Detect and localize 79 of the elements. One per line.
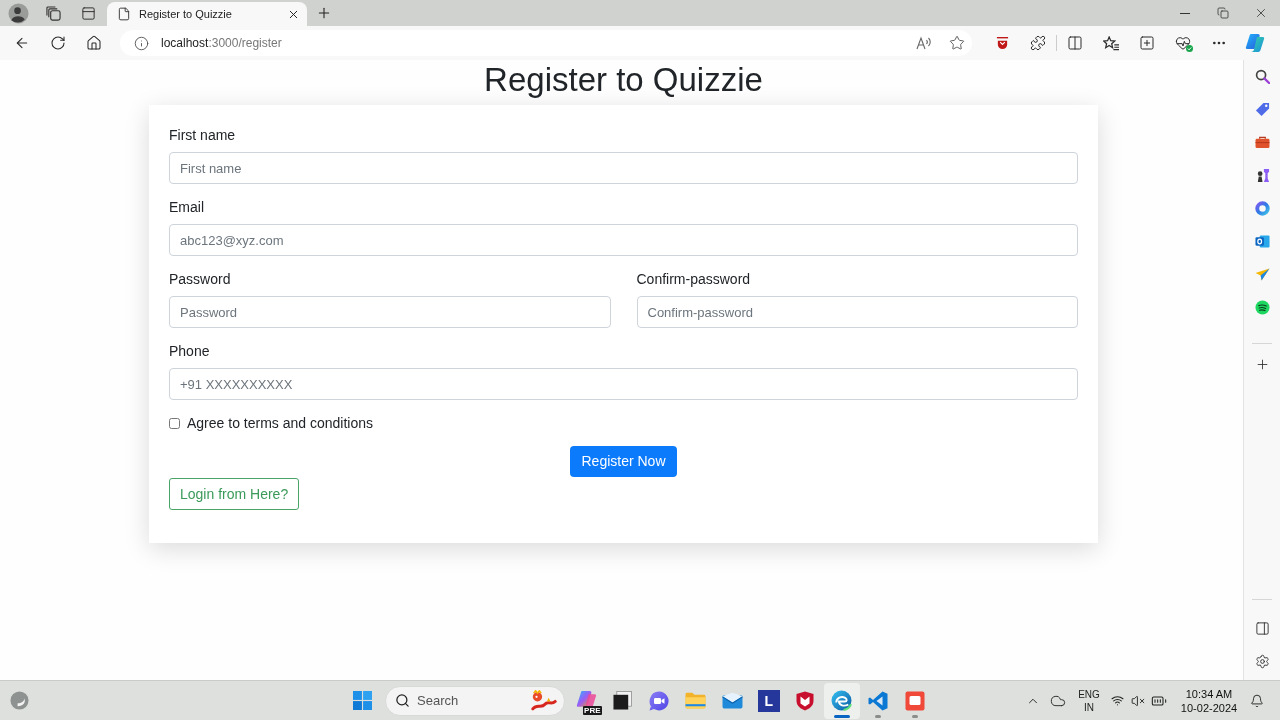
language-button[interactable]: ENG IN <box>1072 683 1106 718</box>
text-field[interactable]: Confirm-password <box>636 296 1078 328</box>
square-plus-icon <box>1139 35 1155 51</box>
text-field[interactable]: abc123@xyz.com <box>169 224 1078 256</box>
minimize-icon <box>1180 12 1190 14</box>
stacked-squares-icon <box>45 5 61 21</box>
puzzle-icon <box>1030 35 1046 51</box>
search-icon <box>1254 69 1270 84</box>
square-tile-icon <box>904 690 925 711</box>
video-chat-icon <box>649 690 670 711</box>
swirl-icon <box>831 690 853 711</box>
check-badge-icon <box>1185 45 1193 52</box>
striped-circle-icon <box>1254 300 1270 315</box>
envelope-icon <box>721 692 743 709</box>
text-field[interactable]: Password <box>169 296 611 328</box>
url-text: localhost:3000/register <box>161 35 282 52</box>
tab-title: Register to Quizzie <box>139 6 232 22</box>
bell-icon <box>1250 693 1264 708</box>
register-button[interactable]: Register Now <box>570 446 677 477</box>
field-label: First name <box>169 126 237 145</box>
login-link-button[interactable]: Login from Here? <box>169 478 300 510</box>
taskbar-search-button[interactable]: Search <box>385 685 565 716</box>
address-bar[interactable]: localhost:3000/register <box>120 30 972 56</box>
windows-logo-icon <box>352 691 372 710</box>
wifi-icon <box>1110 694 1124 707</box>
browser-tab[interactable]: Register to Quizzie <box>107 2 307 26</box>
profile-button[interactable] <box>7 2 29 24</box>
page-heading: Register to Quizzie <box>484 60 763 100</box>
text-field[interactable]: +91 XXXXXXXXXX <box>169 368 1078 400</box>
text-field[interactable]: First name <box>169 152 1078 184</box>
field-label: Phone <box>169 342 211 361</box>
shield-icon <box>796 690 815 711</box>
info-icon <box>134 35 149 51</box>
panel-icon <box>80 5 96 21</box>
plus-icon <box>316 5 332 21</box>
taskbar-app-button[interactable]: L <box>750 682 787 719</box>
letter-sound-icon <box>916 35 932 51</box>
ring-tile-icon <box>1254 234 1270 249</box>
field-label: Password <box>169 270 232 289</box>
panel-icon <box>1254 621 1270 636</box>
close-icon <box>1254 6 1268 20</box>
terms-checkbox[interactable] <box>169 418 180 429</box>
sphere-icon <box>9 691 29 710</box>
date-text: 10-02-2024 <box>1180 700 1238 715</box>
app-badge: PRE <box>583 705 602 715</box>
read-aloud-button[interactable] <box>915 34 933 52</box>
restore-icon <box>1217 7 1229 19</box>
split-screen-icon <box>1067 35 1083 51</box>
checkbox-label: Agree to terms and conditions <box>187 414 373 433</box>
tag-icon <box>1254 102 1270 117</box>
home-icon <box>86 35 102 51</box>
settings-icon <box>1254 654 1270 669</box>
heart-pulse-icon <box>1174 35 1191 51</box>
clock-button[interactable]: 10:34 AM 10-02-2024 <box>1176 683 1242 718</box>
slanted-panels-icon <box>1245 33 1265 53</box>
folder-icon <box>685 692 707 709</box>
taskbar-app-button[interactable]: PRE <box>568 682 605 719</box>
star-list-icon <box>1102 35 1120 51</box>
language-text: ENG <box>1078 687 1100 701</box>
letter-tile: L <box>757 689 780 712</box>
paper-plane-icon <box>1254 268 1270 281</box>
plus-icon <box>1254 357 1270 372</box>
favorite-button[interactable] <box>948 34 966 52</box>
toolbox-icon <box>1254 136 1270 149</box>
avatar-icon <box>7 2 29 24</box>
page-icon <box>117 7 131 21</box>
field-label: Confirm-password <box>636 270 752 289</box>
time-text: 10:34 AM <box>1185 686 1233 701</box>
code-editor-icon <box>868 690 889 711</box>
refresh-icon <box>50 35 66 51</box>
star-icon <box>949 35 965 51</box>
overlapping-squares-icon <box>613 691 633 710</box>
field-label: Email <box>169 198 205 217</box>
search-icon <box>395 693 410 708</box>
ring-icon <box>1254 201 1270 216</box>
shield-icon <box>995 36 1009 50</box>
squiggle-doodle-icon <box>530 690 558 711</box>
language-text: IN <box>1084 700 1094 714</box>
speaker-muted-icon <box>1131 693 1145 708</box>
